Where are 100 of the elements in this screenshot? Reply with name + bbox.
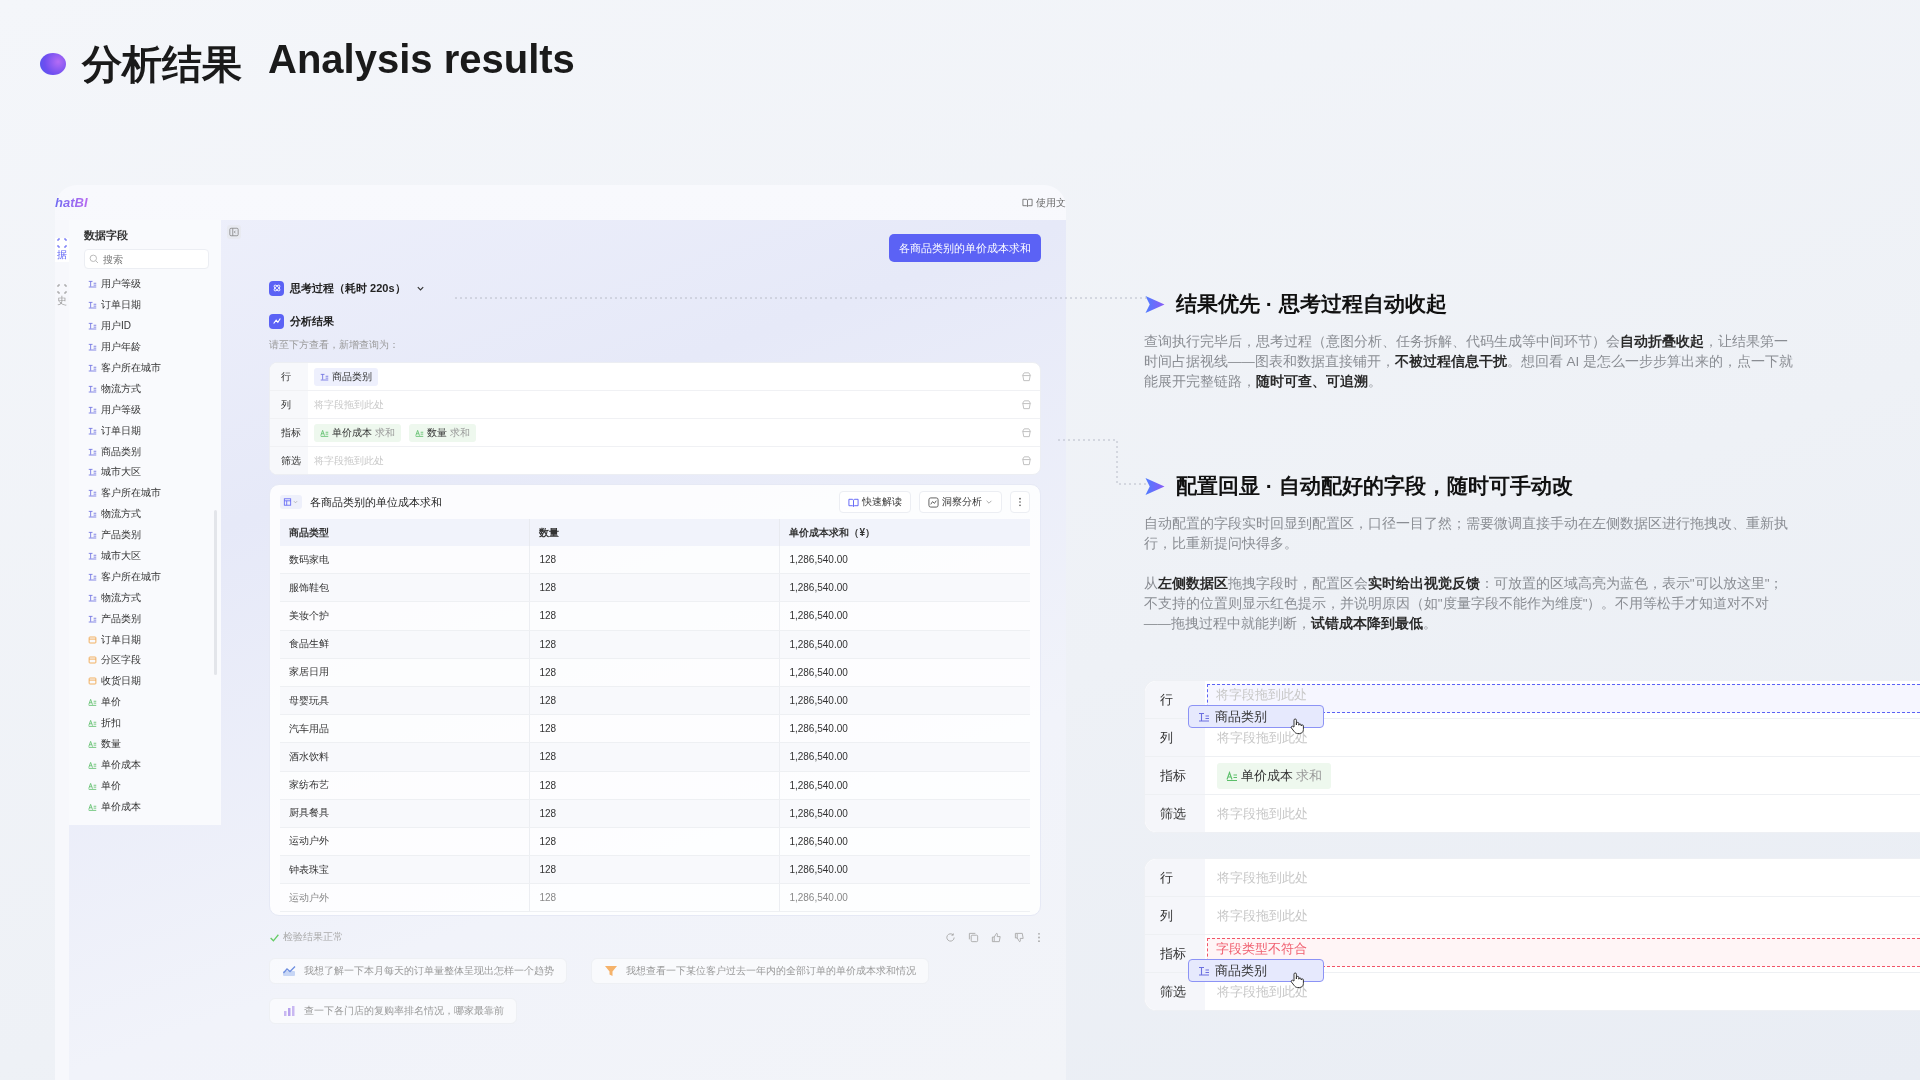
table-cell: 128 <box>529 546 780 574</box>
table-cell: 1,286,540.00 <box>779 658 1030 687</box>
field-chip[interactable]: 商品类别 <box>314 367 378 386</box>
number-field-icon <box>320 428 329 437</box>
dragged-field-chip[interactable]: 商品类别 <box>1187 959 1324 982</box>
text-field-icon <box>88 405 97 414</box>
column-header: 商品类型 <box>280 519 530 546</box>
table-cell: 1,286,540.00 <box>779 601 1030 631</box>
field-item[interactable]: 单价成本 <box>84 796 209 818</box>
table-cell: 钟表珠宝 <box>280 855 530 884</box>
table-cell: 128 <box>529 883 780 912</box>
field-item[interactable]: 城市大区 <box>84 545 209 567</box>
bullet-icon <box>40 53 66 75</box>
arrow-icon <box>1143 294 1166 314</box>
refresh-icon[interactable] <box>944 931 956 943</box>
number-field-icon <box>88 740 97 749</box>
field-item[interactable]: 产品类别 <box>84 524 209 546</box>
table-cell: 汽车用品 <box>280 714 530 743</box>
field-item[interactable]: 物流方式 <box>84 378 209 400</box>
row-label: 列 <box>270 391 308 418</box>
more-icon[interactable] <box>1036 931 1041 943</box>
field-item[interactable]: 城市大区 <box>84 462 209 483</box>
column-header: 数量 <box>529 519 780 546</box>
number-field-icon <box>415 428 424 437</box>
docs-link[interactable]: 使用文 <box>1021 195 1066 210</box>
trend-icon <box>269 313 284 329</box>
frame-icon <box>57 238 67 248</box>
field-chip[interactable]: 单价成本 求和 <box>1216 762 1331 789</box>
more-button[interactable] <box>1009 491 1030 513</box>
calendar-icon <box>88 656 97 665</box>
field-item[interactable]: 折扣 <box>84 712 209 734</box>
dragged-field-chip[interactable]: 商品类别 <box>1187 705 1324 728</box>
field-item[interactable]: 订单日期 <box>84 294 209 316</box>
field-item[interactable]: 订单日期 <box>84 629 209 651</box>
field-item[interactable]: 用户等级 <box>84 274 209 295</box>
field-chip[interactable]: 单价成本 求和 <box>314 423 401 442</box>
field-item[interactable]: 订单日期 <box>84 420 209 442</box>
field-chip[interactable]: 数量 求和 <box>409 423 476 442</box>
text-field-icon <box>1197 965 1210 976</box>
field-item[interactable]: 用户年龄 <box>84 336 209 358</box>
table-cell: 128 <box>529 742 780 771</box>
field-item[interactable]: 收货日期 <box>84 670 209 692</box>
text-field-icon <box>88 614 97 623</box>
field-item[interactable]: 单价 <box>84 691 209 713</box>
field-item[interactable]: 用户等级 <box>84 399 209 421</box>
thumbs-down-icon[interactable] <box>1013 931 1025 943</box>
text-field-icon <box>88 364 97 372</box>
table-cell: 运动户外 <box>280 827 530 856</box>
field-item[interactable]: 分区字段 <box>84 650 209 671</box>
text-field-icon <box>88 593 97 602</box>
nav-tab[interactable]: 据 <box>55 238 69 262</box>
search-field[interactable]: 搜索 <box>84 249 209 269</box>
atom-icon <box>269 280 284 296</box>
frame-icon <box>57 284 67 294</box>
clear-icon[interactable] <box>1020 427 1032 438</box>
row-label: 行 <box>1144 681 1205 718</box>
table-cell: 运动户外 <box>280 883 530 912</box>
toolbar-button[interactable]: 快速解读 <box>838 491 911 513</box>
table-cell: 128 <box>529 601 780 631</box>
sidebar-title: 数据字段 <box>84 228 129 243</box>
slide-title: 分析结果 <box>82 40 242 88</box>
toolbar-button[interactable]: 洞察分析 <box>918 491 1002 513</box>
chart-type-dropdown[interactable] <box>280 495 302 509</box>
caret-icon <box>984 498 993 506</box>
table-cell: 1,286,540.00 <box>779 799 1030 828</box>
hint-text: 请至下方查看，新增查询为： <box>269 338 400 352</box>
field-item[interactable]: 单价 <box>84 775 209 797</box>
text-field-icon <box>320 372 329 381</box>
field-item[interactable]: 商品类别 <box>84 441 209 462</box>
clear-icon[interactable] <box>1020 455 1032 466</box>
field-item[interactable]: 单价成本 <box>84 754 209 776</box>
table-cell: 家纺布艺 <box>280 771 530 800</box>
table-cell: 128 <box>529 714 780 743</box>
field-item[interactable]: 数量 <box>84 733 209 755</box>
text-field-icon <box>88 531 97 540</box>
number-field-icon <box>88 719 97 728</box>
clear-icon[interactable] <box>1020 399 1032 410</box>
collapse-sidebar-icon[interactable] <box>227 225 241 239</box>
table-cell: 家居日用 <box>280 658 530 687</box>
copy-icon[interactable] <box>967 931 979 943</box>
thumbs-up-icon[interactable] <box>990 931 1002 943</box>
line-chart-icon <box>282 965 296 977</box>
text-field-icon <box>88 489 97 498</box>
app-logo: hatBI <box>55 195 88 210</box>
thinking-toggle[interactable]: 思考过程（耗时 220s） <box>290 280 406 296</box>
table-cell: 1,286,540.00 <box>779 771 1030 800</box>
table-cell: 服饰鞋包 <box>280 573 530 602</box>
column-header: 单价成本求和（¥） <box>779 519 1030 546</box>
field-item[interactable]: 物流方式 <box>84 587 209 609</box>
field-item[interactable]: 客户所在城市 <box>84 566 209 588</box>
field-item[interactable]: 客户所在城市 <box>84 482 209 504</box>
table-cell: 128 <box>529 686 780 715</box>
field-item[interactable]: 客户所在城市 <box>84 357 209 379</box>
field-item[interactable]: 用户ID <box>84 315 209 337</box>
table-cell: 128 <box>529 630 780 659</box>
clear-icon[interactable] <box>1020 371 1032 382</box>
field-item[interactable]: 物流方式 <box>84 503 209 525</box>
number-field-icon <box>88 698 97 707</box>
field-item[interactable]: 产品类别 <box>84 608 209 630</box>
more-icon <box>1017 497 1022 507</box>
